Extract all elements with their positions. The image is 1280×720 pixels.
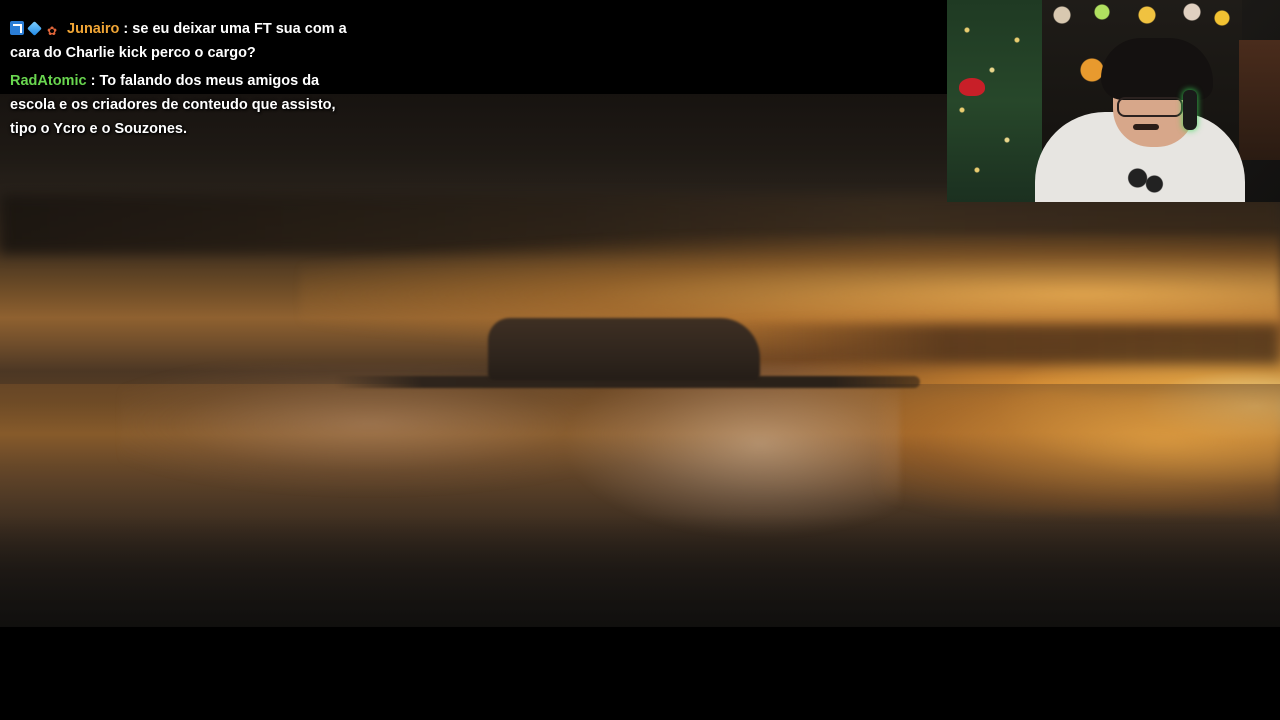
cube-gem-icon [27,21,42,36]
headphone-icon [1183,90,1197,130]
lower-cloud [720,324,1280,364]
vehicle-silhouette [488,318,760,380]
shirt-print [1125,162,1167,202]
streamer-hair [1101,38,1213,100]
prime-arrow-icon [10,21,24,35]
stream-viewport: ✿ Junairo : se eu deixar uma FT sua com … [0,0,1280,720]
chat-overlay: ✿ Junairo : se eu deixar uma FT sua com … [10,17,350,145]
chat-message: RadAtomic : To falando dos meus amigos d… [10,69,350,141]
christmas-tree [947,0,1042,202]
mustache [1133,124,1159,130]
chat-separator: : [119,21,133,37]
red-bow [959,78,985,96]
glasses [1117,97,1183,117]
water-reflection [880,394,1280,514]
webcam-feed [947,0,1280,202]
chat-text: se eu deixar uma FT sua com a cara do Ch… [10,21,347,61]
flame-icon: ✿ [46,24,58,38]
wall-flag [1239,40,1280,160]
chat-username[interactable]: Junairo [67,21,119,37]
chat-separator: : [86,73,100,89]
chat-username[interactable]: RadAtomic [10,73,87,89]
foreground-shadow [0,514,1280,627]
chat-message: ✿ Junairo : se eu deixar uma FT sua com … [10,17,350,65]
